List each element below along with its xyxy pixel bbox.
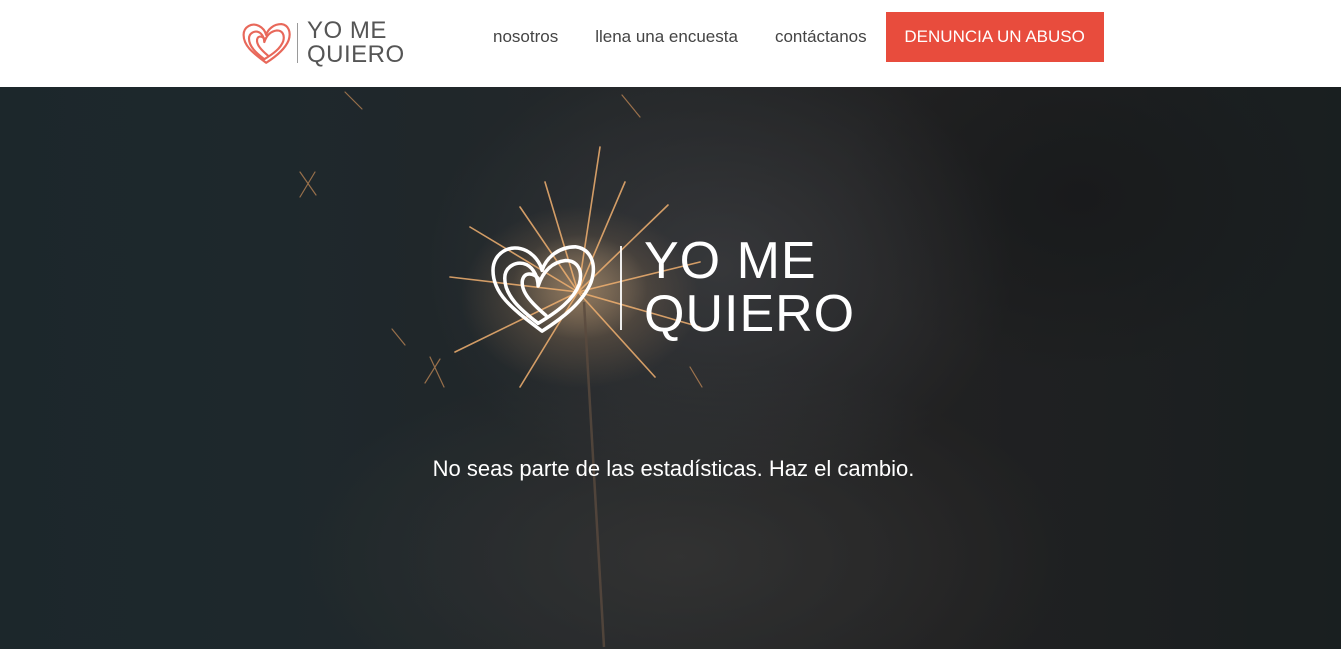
brand-wordmark: YO ME QUIERO <box>307 19 405 67</box>
hero-logo-line-1: YO ME <box>644 232 817 290</box>
heart-icon <box>242 23 291 64</box>
hero-section: YO ME QUIERO No seas parte de las estadí… <box>0 87 1341 649</box>
nav-link-encuesta[interactable]: llena una encuesta <box>595 27 738 47</box>
hero-wordmark: YO ME QUIERO <box>644 235 855 341</box>
heart-icon <box>491 245 596 333</box>
hero-logo-line-2: QUIERO <box>644 285 856 343</box>
brand-divider <box>297 23 298 63</box>
brand-line-2: QUIERO <box>307 41 405 68</box>
hero-logo-divider <box>620 246 622 330</box>
brand-logo-link[interactable]: YO ME QUIERO <box>240 18 405 68</box>
site-header: YO ME QUIERO nosotros llena una encuesta… <box>0 0 1341 87</box>
brand-line-1: YO ME <box>307 17 387 44</box>
hero-logo: YO ME QUIERO <box>484 235 855 341</box>
main-nav: nosotros llena una encuesta contáctanos … <box>478 12 1104 62</box>
nav-link-contactanos[interactable]: contáctanos <box>775 27 867 47</box>
sparkler-decoration <box>299 91 703 648</box>
report-abuse-button[interactable]: DENUNCIA UN ABUSO <box>885 12 1104 62</box>
hero-tagline: No seas parte de las estadísticas. Haz e… <box>432 456 915 481</box>
nav-link-nosotros[interactable]: nosotros <box>493 27 558 47</box>
